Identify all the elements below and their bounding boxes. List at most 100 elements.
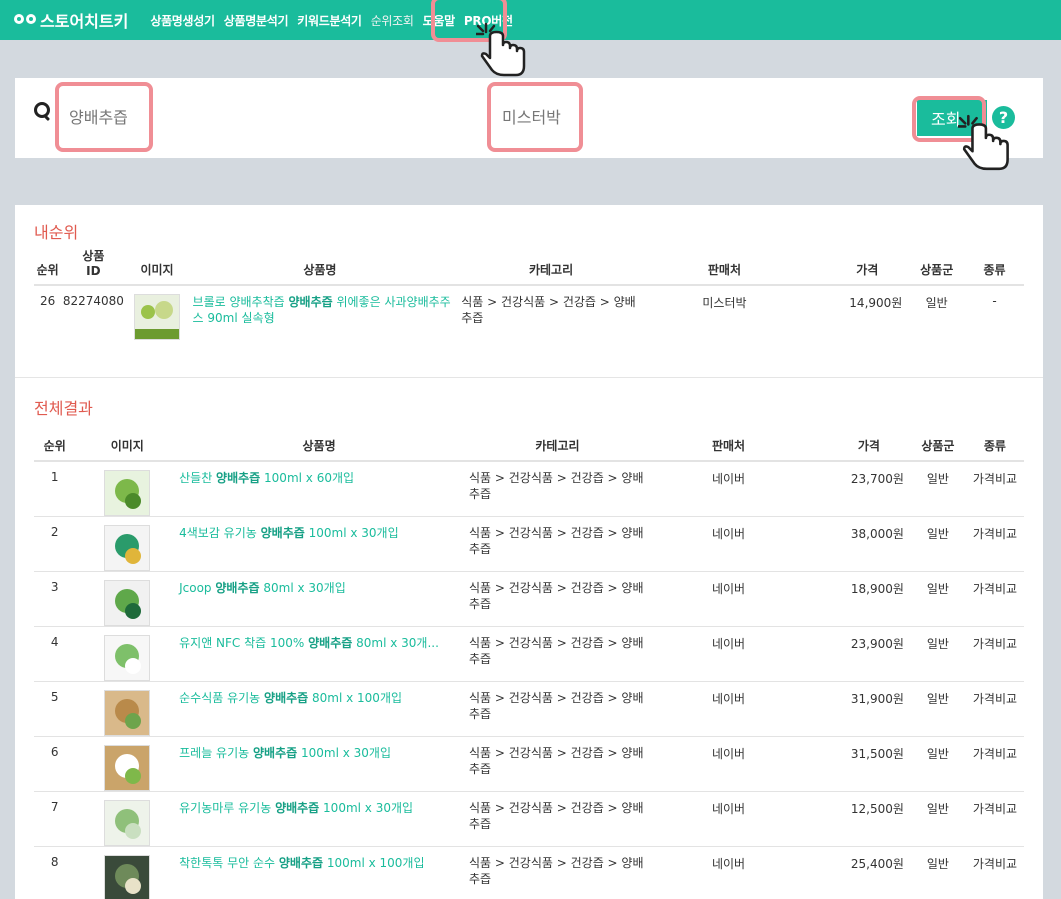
category-cell: 식품 > 건강식품 > 건강즙 > 양배추즙 [459, 846, 656, 899]
table-row: 7 유기농마루 유기농 양배추즙 100ml x 30개입 식품 > 건강식품 > … [34, 791, 1024, 847]
rank-cell: 5 [34, 681, 76, 737]
rank-cell: 7 [34, 791, 76, 847]
category-cell: 식품 > 건강식품 > 건강즙 > 양배추즙 [451, 284, 651, 365]
product-thumbnail [134, 294, 180, 340]
col-price: 가격 [798, 247, 909, 286]
group-cell: 일반 [909, 571, 966, 627]
price-cell: 38,000원 [801, 516, 910, 572]
col-rank: 순위 [34, 247, 62, 286]
nav-item-name-generator[interactable]: 상품명생성기 [150, 12, 215, 29]
product-image[interactable] [75, 571, 180, 627]
logo[interactable]: 스토어치트키 [14, 8, 128, 32]
col-seller: 판매처 [650, 247, 798, 286]
seller-cell: 네이버 [655, 571, 802, 627]
rank-cell: 1 [34, 460, 76, 517]
type-cell: 가격비교 [965, 791, 1024, 847]
category-cell: 식품 > 건강식품 > 건강즙 > 양배추즙 [459, 681, 656, 737]
logo-text: 스토어치트키 [40, 12, 129, 31]
seller-cell: 네이버 [655, 460, 802, 517]
price-cell: 31,900원 [801, 681, 910, 737]
search-icon [34, 102, 51, 121]
category-cell: 식품 > 건강식품 > 건강즙 > 양배추즙 [459, 791, 656, 847]
product-thumbnail [104, 690, 151, 736]
col-group: 상품군 [909, 427, 966, 462]
group-cell: 일반 [909, 626, 966, 682]
product-thumbnail [104, 855, 151, 899]
product-image[interactable] [75, 460, 180, 517]
product-name-link[interactable]: 산들찬 양배추즙 100ml x 60개입 [179, 460, 459, 517]
seller-cell: 네이버 [655, 791, 802, 847]
product-name-link[interactable]: 순수식품 유기농 양배추즙 80ml x 100개입 [179, 681, 459, 737]
product-thumbnail [104, 470, 151, 516]
price-cell: 23,900원 [801, 626, 910, 682]
product-name-link[interactable]: Jcoop 양배추즙 80ml x 30개입 [179, 571, 459, 627]
all-results-title: 전체결과 [34, 399, 93, 418]
table-row: 26 82274080 브롤로 양배추착즙 양배추즙 위에좋은 사과양배추주스 … [34, 284, 1024, 365]
col-type: 종류 [965, 247, 1024, 286]
seller-cell: 네이버 [655, 516, 802, 572]
group-cell: 일반 [909, 681, 966, 737]
results-panel: 내순위 순위 상품 ID 이미지 상품명 카테고리 판매처 가격 상품군 종류 2… [15, 205, 1043, 899]
table-row: 2 4색보감 유기농 양배추즙 100ml x 30개입 식품 > 건강식품 > 건… [34, 516, 1024, 572]
table-header: 순위 상품 ID 이미지 상품명 카테고리 판매처 가격 상품군 종류 [34, 247, 1024, 286]
category-cell: 식품 > 건강식품 > 건강즙 > 양배추즙 [459, 736, 656, 792]
product-image[interactable] [75, 681, 180, 737]
col-price: 가격 [801, 427, 910, 462]
rank-cell: 3 [34, 571, 76, 627]
col-rank: 순위 [34, 427, 76, 462]
product-thumbnail [104, 580, 151, 626]
product-image[interactable] [75, 626, 180, 682]
product-name-link[interactable]: 브롤로 양배추착즙 양배추즙 위에좋은 사과양배추주스 90ml 실속형 [188, 284, 452, 365]
price-cell: 14,900원 [798, 284, 909, 365]
all-results-table: 순위 이미지 상품명 카테고리 판매처 가격 상품군 종류 1 산들찬 양배추즙 … [34, 427, 1024, 899]
type-cell: 가격비교 [965, 460, 1024, 517]
product-image[interactable] [75, 736, 180, 792]
table-row: 5 순수식품 유기농 양배추즙 80ml x 100개입 식품 > 건강식품 > 건… [34, 681, 1024, 737]
col-name: 상품명 [179, 427, 459, 462]
type-cell: - [965, 284, 1024, 365]
group-cell: 일반 [909, 846, 966, 899]
table-row: 1 산들찬 양배추즙 100ml x 60개입 식품 > 건강식품 > 건강즙 > … [34, 460, 1024, 517]
nav-item-keyword-analyzer[interactable]: 키워드분석기 [297, 12, 362, 29]
seller-cell: 네이버 [655, 846, 802, 899]
nav-item-name-analyzer[interactable]: 상품명분석기 [224, 12, 289, 29]
product-image[interactable] [75, 516, 180, 572]
col-image: 이미지 [75, 427, 180, 462]
price-cell: 25,400원 [801, 846, 910, 899]
product-image[interactable] [125, 284, 189, 365]
group-cell: 일반 [909, 516, 966, 572]
product-thumbnail [104, 525, 151, 571]
table-row: 4 유지앤 NFC 착즙 100% 양배추즙 80ml x 30개... 식품 > … [34, 626, 1024, 682]
my-rank-title: 내순위 [34, 223, 79, 242]
price-cell: 18,900원 [801, 571, 910, 627]
rank-cell: 2 [34, 516, 76, 572]
rank-cell: 4 [34, 626, 76, 682]
col-seller: 판매처 [655, 427, 802, 462]
col-category: 카테고리 [451, 247, 651, 286]
table-row: 8 착한톡톡 무안 순수 양배추즙 100ml x 100개입 식품 > 건강식품 … [34, 846, 1024, 899]
product-image[interactable] [75, 791, 180, 847]
my-rank-table: 순위 상품 ID 이미지 상품명 카테고리 판매처 가격 상품군 종류 26 82… [34, 247, 1024, 365]
seller-cell: 미스터박 [650, 284, 798, 365]
rank-cell: 6 [34, 736, 76, 792]
table-header: 순위 이미지 상품명 카테고리 판매처 가격 상품군 종류 [34, 427, 1024, 462]
product-name-link[interactable]: 유지앤 NFC 착즙 100% 양배추즙 80ml x 30개... [179, 626, 459, 682]
price-cell: 23,700원 [801, 460, 910, 517]
category-cell: 식품 > 건강식품 > 건강즙 > 양배추즙 [459, 460, 656, 517]
nav-item-rank-lookup[interactable]: 순위조회 [371, 12, 414, 29]
section-divider [15, 377, 1043, 378]
product-image[interactable] [75, 846, 180, 899]
product-name-link[interactable]: 유기농마루 유기농 양배추즙 100ml x 30개입 [179, 791, 459, 847]
seller-highlight [487, 82, 583, 152]
product-thumbnail [104, 635, 151, 681]
type-cell: 가격비교 [965, 681, 1024, 737]
group-cell: 일반 [909, 736, 966, 792]
seller-cell: 네이버 [655, 681, 802, 737]
product-name-link[interactable]: 프레늘 유기농 양배추즙 100ml x 30개입 [179, 736, 459, 792]
col-type: 종류 [965, 427, 1024, 462]
category-cell: 식품 > 건강식품 > 건강즙 > 양배추즙 [459, 571, 656, 627]
product-name-link[interactable]: 착한톡톡 무안 순수 양배추즙 100ml x 100개입 [179, 846, 459, 899]
price-cell: 12,500원 [801, 791, 910, 847]
col-name: 상품명 [188, 247, 452, 286]
product-name-link[interactable]: 4색보감 유기농 양배추즙 100ml x 30개입 [179, 516, 459, 572]
